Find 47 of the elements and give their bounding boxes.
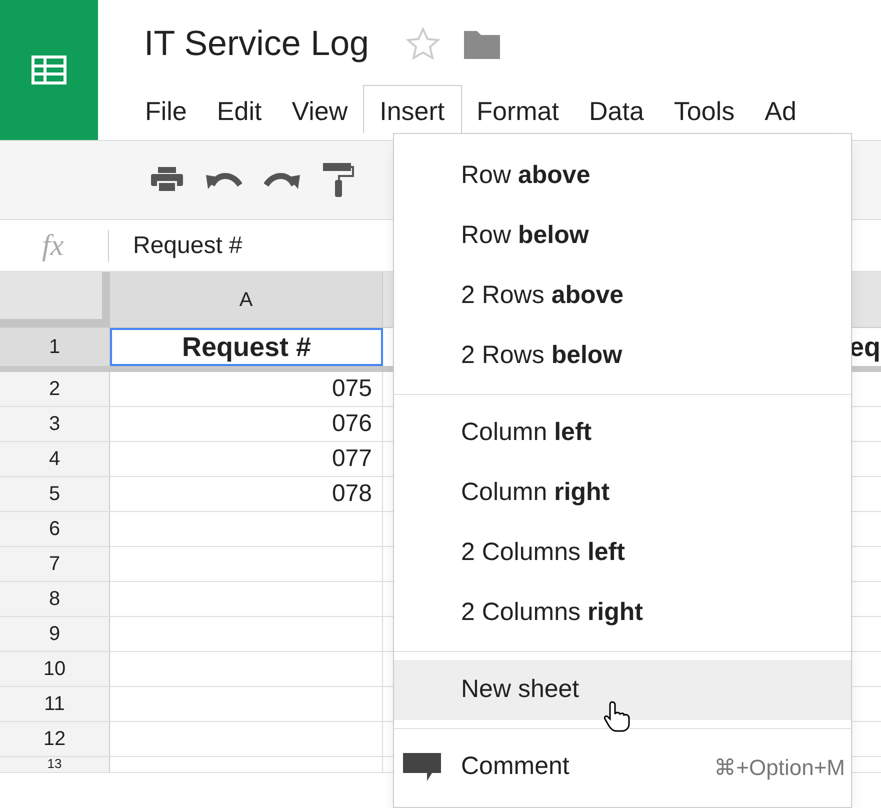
menu-option[interactable]: Comment ⌘+Option+M	[394, 737, 851, 797]
row-number[interactable]: 1	[0, 328, 110, 366]
folder-icon[interactable]	[463, 28, 502, 60]
column-header[interactable]: A	[110, 272, 383, 327]
menu-option[interactable]: 2 Rows below	[394, 326, 851, 386]
hand-cursor-icon	[604, 700, 632, 732]
row-number[interactable]: 2	[0, 372, 110, 406]
menu-item[interactable]: Edit	[202, 85, 277, 133]
menu-option[interactable]: Column right	[394, 463, 851, 523]
row-number[interactable]: 4	[0, 442, 110, 476]
row-number[interactable]: 12	[0, 722, 110, 756]
paint-roller-icon[interactable]	[322, 162, 354, 198]
row-number[interactable]: 7	[0, 547, 110, 581]
comment-icon	[402, 752, 442, 782]
table-cell[interactable]: 077	[110, 442, 383, 476]
menu-item[interactable]: File	[130, 85, 202, 133]
menu-item[interactable]: Insert	[362, 85, 462, 133]
table-cell[interactable]: 075	[110, 372, 383, 406]
formula-label: fx	[41, 228, 65, 264]
table-cell[interactable]: 078	[110, 477, 383, 511]
document-title[interactable]: IT Service Log	[144, 18, 370, 70]
row-number[interactable]: 5	[0, 477, 110, 511]
table-cell[interactable]: Request #	[110, 328, 383, 366]
row-number[interactable]: 8	[0, 582, 110, 616]
menu-option[interactable]: 2 Columns right	[394, 583, 851, 643]
select-all-corner[interactable]	[0, 272, 110, 327]
row-number[interactable]: 13	[0, 757, 110, 772]
app-logo[interactable]	[0, 0, 98, 140]
table-cell[interactable]: 076	[110, 407, 383, 441]
row-number[interactable]: 10	[0, 652, 110, 686]
menu-item[interactable]: View	[276, 85, 363, 133]
menu-option[interactable]: 2 Rows above	[394, 266, 851, 326]
sheets-icon	[31, 55, 67, 85]
menu-item[interactable]: Format	[462, 85, 574, 133]
formula-field[interactable]: Request #	[133, 228, 242, 264]
menu-option[interactable]: Row below	[394, 206, 851, 266]
print-icon[interactable]	[150, 166, 184, 194]
row-number[interactable]: 9	[0, 617, 110, 651]
menu-item[interactable]: Ad	[750, 85, 812, 133]
star-icon[interactable]	[405, 27, 442, 61]
row-number[interactable]: 11	[0, 687, 110, 721]
row-number[interactable]: 3	[0, 407, 110, 441]
menu-option[interactable]: Column left	[394, 403, 851, 463]
menu-option[interactable]: 2 Columns left	[394, 523, 851, 583]
menu-item[interactable]: Data	[574, 85, 659, 133]
menu-item[interactable]: Tools	[658, 85, 750, 133]
row-number[interactable]: 6	[0, 512, 110, 546]
